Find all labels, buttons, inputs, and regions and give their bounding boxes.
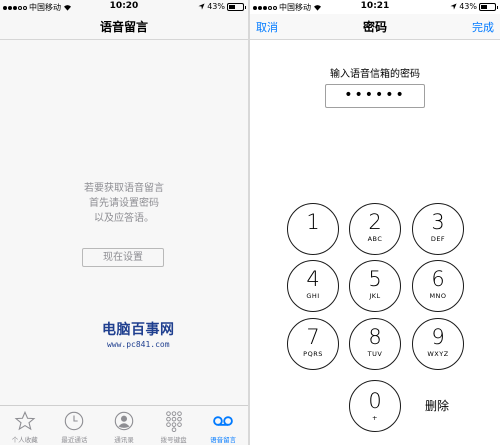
tab-recents[interactable]: 最近通话 — [50, 406, 100, 445]
message-line: 若要获取语音留言 — [84, 183, 164, 194]
key-letters: JKL — [369, 292, 381, 300]
key-2[interactable]: 2 ABC — [349, 203, 401, 255]
watermark-title: 电脑百事网 — [102, 322, 175, 338]
tab-bar: 个人收藏 最近通话 通讯录 拨号键盘 语音留言 — [0, 405, 248, 445]
status-bar: 中国移动 10:21 43% — [250, 0, 500, 14]
key-3[interactable]: 3 DEF — [412, 203, 464, 255]
delete-button[interactable]: 删除 — [425, 397, 449, 414]
setup-message: 若要获取语音留言 首先请设置密码 以及应答语。 — [0, 181, 248, 226]
location-icon — [450, 3, 457, 10]
key-4[interactable]: 4 GHI — [287, 260, 339, 312]
key-letters: MNO — [429, 292, 447, 300]
clock-icon — [65, 411, 84, 431]
tab-keypad[interactable]: 拨号键盘 — [149, 406, 199, 445]
key-letters: ABC — [367, 235, 383, 243]
star-icon — [14, 410, 36, 431]
key-digit: 1 — [306, 210, 320, 234]
key-letters: + — [372, 414, 378, 422]
key-7[interactable]: 7 PQRS — [287, 318, 339, 370]
key-digit: 2 — [368, 210, 382, 234]
key-digit: 5 — [368, 267, 382, 291]
tab-label: 最近通话 — [61, 436, 88, 444]
key-letters: GHI — [306, 292, 320, 300]
password-prompt: 输入语音信箱的密码 — [330, 69, 420, 80]
key-letters: TUV — [367, 350, 383, 358]
key-letters: DEF — [430, 235, 446, 243]
battery-icon — [227, 2, 246, 11]
setup-now-button[interactable]: 现在设置 — [82, 248, 164, 267]
key-letters: WXYZ — [427, 350, 449, 358]
location-icon — [198, 3, 205, 10]
done-button[interactable]: 完成 — [472, 19, 494, 35]
status-bar: 中国移动 10:20 43% — [0, 0, 248, 14]
key-1[interactable]: 1 — [287, 203, 339, 255]
voicemail-screen: 中国移动 10:20 43% 语音留言 若要获取语音留言 首先请设置密码 以及应… — [0, 0, 248, 445]
key-digit: 4 — [306, 267, 320, 291]
keypad-icon — [165, 411, 182, 432]
battery-percent: 43% — [459, 2, 477, 11]
key-8[interactable]: 8 TUV — [349, 318, 401, 370]
password-screen: 中国移动 10:21 43% 取消 密码 完成 输入语音信箱的密码 ••••••… — [250, 0, 500, 445]
tab-favorites[interactable]: 个人收藏 — [0, 406, 50, 445]
key-0[interactable]: 0 + — [349, 380, 401, 432]
key-digit: 6 — [431, 267, 445, 291]
key-9[interactable]: 9 WXYZ — [412, 318, 464, 370]
nav-bar: 取消 密码 完成 — [250, 14, 500, 40]
tab-voicemail[interactable]: 语音留言 — [198, 406, 248, 445]
key-digit: 9 — [431, 325, 445, 349]
nav-bar: 语音留言 — [0, 14, 248, 40]
tab-label: 拨号键盘 — [160, 436, 187, 444]
message-line: 以及应答语。 — [94, 213, 154, 224]
password-input[interactable]: •••••• — [325, 84, 425, 108]
key-6[interactable]: 6 MNO — [412, 260, 464, 312]
key-5[interactable]: 5 JKL — [349, 260, 401, 312]
tab-contacts[interactable]: 通讯录 — [99, 406, 149, 445]
battery-icon — [479, 2, 498, 11]
page-title: 密码 — [362, 20, 387, 34]
voicemail-icon — [213, 416, 233, 426]
key-digit: 0 — [368, 389, 382, 413]
tab-label: 个人收藏 — [11, 436, 38, 444]
contacts-icon — [114, 411, 134, 431]
tab-label: 通讯录 — [114, 436, 134, 444]
tab-label: 语音留言 — [210, 436, 237, 444]
key-digit: 3 — [431, 210, 445, 234]
page-title: 语音留言 — [99, 20, 148, 34]
battery-percent: 43% — [207, 2, 225, 11]
key-digit: 8 — [368, 325, 382, 349]
watermark: 电脑百事网 www.pc841.com — [102, 319, 175, 349]
message-line: 首先请设置密码 — [89, 198, 159, 209]
key-letters: PQRS — [303, 350, 323, 358]
key-digit: 7 — [306, 325, 320, 349]
watermark-url: www.pc841.com — [106, 340, 170, 349]
